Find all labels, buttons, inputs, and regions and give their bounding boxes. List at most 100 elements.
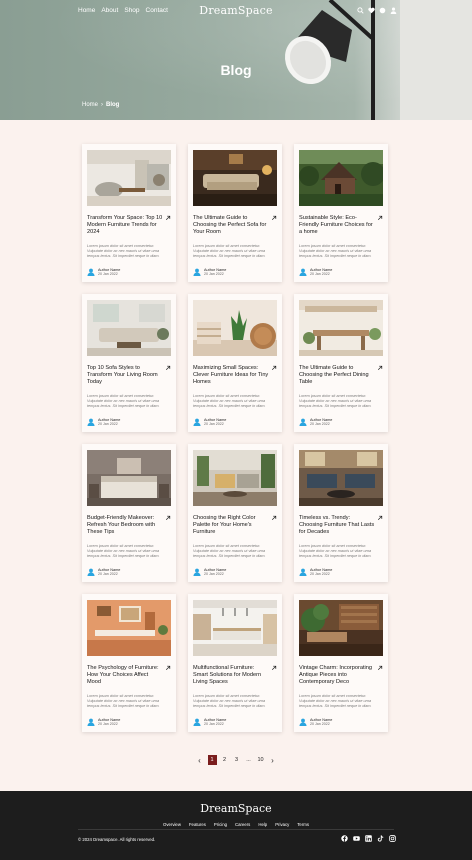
- blog-thumbnail: [87, 450, 171, 506]
- footer-link-privacy[interactable]: Privacy: [275, 822, 289, 827]
- blog-title[interactable]: Transform Your Space: Top 10 Modern Furn…: [87, 215, 163, 237]
- author-info: Author Name 20 Jan 2022: [87, 418, 120, 427]
- linkedin-icon[interactable]: [365, 835, 372, 842]
- blog-card[interactable]: Top 10 Sofa Styles to Transform Your Liv…: [82, 294, 176, 432]
- author-info: Author Name 20 Jan 2022: [193, 268, 226, 277]
- arrow-up-right-icon[interactable]: [377, 365, 383, 371]
- arrow-up-right-icon[interactable]: [377, 215, 383, 221]
- blog-card[interactable]: Choosing the Right Color Palette for You…: [188, 444, 282, 582]
- author-info: Author Name 20 Jan 2022: [299, 268, 332, 277]
- blog-thumbnail: [299, 150, 383, 206]
- blog-card[interactable]: Multifunctional Furniture: Smart Solutio…: [188, 594, 282, 732]
- blog-card[interactable]: Transform Your Space: Top 10 Modern Furn…: [82, 144, 176, 282]
- blog-thumbnail: [193, 450, 277, 506]
- blog-title[interactable]: The Ultimate Guide to Choosing the Perfe…: [299, 365, 375, 387]
- tiktok-icon[interactable]: [377, 835, 384, 842]
- blog-excerpt: Lorem ipsum dolor sit amet consectetur. …: [193, 694, 266, 708]
- blog-card[interactable]: Budget-Friendly Makeover: Refresh Your B…: [82, 444, 176, 582]
- chevron-right-icon[interactable]: ›: [269, 755, 277, 765]
- nav-home[interactable]: Home: [78, 7, 95, 14]
- pagination: ‹ 1 2 3 ... 10 ›: [0, 755, 472, 765]
- blog-title[interactable]: Vintage Charm: Incorporating Antique Pie…: [299, 665, 375, 687]
- arrow-up-right-icon[interactable]: [377, 665, 383, 671]
- search-icon[interactable]: [357, 7, 364, 14]
- footer-brand-logo[interactable]: DreamSpace: [200, 802, 271, 815]
- arrow-up-right-icon[interactable]: [377, 515, 383, 521]
- youtube-icon[interactable]: [353, 835, 360, 842]
- page-1-button[interactable]: 1: [207, 755, 217, 765]
- breadcrumb-home[interactable]: Home: [82, 102, 98, 108]
- blog-title[interactable]: Sustainable Style: Eco-Friendly Furnitur…: [299, 215, 375, 237]
- blog-title[interactable]: Timeless vs. Trendy: Choosing Furniture …: [299, 515, 375, 537]
- brand-logo[interactable]: DreamSpace: [199, 4, 272, 17]
- blog-title[interactable]: Choosing the Right Color Palette for You…: [193, 515, 269, 537]
- page-10-button[interactable]: 10: [257, 755, 265, 765]
- instagram-icon[interactable]: [389, 835, 396, 842]
- avatar-icon: [299, 419, 307, 427]
- breadcrumb: Home › Blog: [82, 102, 119, 108]
- blog-excerpt: Lorem ipsum dolor sit amet consectetur. …: [193, 394, 266, 408]
- author-info: Author Name 20 Jan 2022: [87, 718, 120, 727]
- blog-excerpt: Lorem ipsum dolor sit amet consectetur. …: [193, 244, 266, 258]
- blog-thumbnail: [299, 300, 383, 356]
- blog-title[interactable]: The Psychology of Furniture: How Your Ch…: [87, 665, 163, 687]
- footer-link-help[interactable]: Help: [258, 822, 267, 827]
- blog-title[interactable]: Budget-Friendly Makeover: Refresh Your B…: [87, 515, 163, 537]
- blog-card[interactable]: The Ultimate Guide to Choosing the Perfe…: [188, 144, 282, 282]
- post-date: 20 Jan 2022: [98, 572, 118, 577]
- arrow-up-right-icon[interactable]: [271, 515, 277, 521]
- arrow-up-right-icon[interactable]: [271, 365, 277, 371]
- avatar-icon: [87, 419, 95, 427]
- footer-link-pricing[interactable]: Pricing: [214, 822, 227, 827]
- arrow-up-right-icon[interactable]: [271, 215, 277, 221]
- blog-card[interactable]: Timeless vs. Trendy: Choosing Furniture …: [294, 444, 388, 582]
- author-info: Author Name 20 Jan 2022: [193, 568, 226, 577]
- chevron-left-icon[interactable]: ‹: [196, 755, 204, 765]
- blog-excerpt: Lorem ipsum dolor sit amet consectetur. …: [299, 694, 372, 708]
- arrow-up-right-icon[interactable]: [165, 365, 171, 371]
- blog-card[interactable]: Vintage Charm: Incorporating Antique Pie…: [294, 594, 388, 732]
- site-footer: DreamSpace Overview Features Pricing Car…: [0, 791, 472, 860]
- page-2-button[interactable]: 2: [221, 755, 229, 765]
- heart-icon[interactable]: [368, 7, 375, 14]
- post-date: 20 Jan 2022: [204, 572, 224, 577]
- blog-title[interactable]: The Ultimate Guide to Choosing the Perfe…: [193, 215, 269, 237]
- hero-banner: Home About Shop Contact DreamSpace Blog …: [0, 0, 472, 120]
- copyright-text: © 2024 Dreamspace. All rights reserved.: [78, 837, 156, 842]
- breadcrumb-current: Blog: [106, 102, 120, 108]
- post-date: 20 Jan 2022: [98, 422, 118, 427]
- blog-title[interactable]: Top 10 Sofa Styles to Transform Your Liv…: [87, 365, 163, 387]
- social-links: [341, 835, 396, 842]
- page-3-button[interactable]: 3: [233, 755, 241, 765]
- cart-icon[interactable]: [379, 7, 386, 14]
- blog-card[interactable]: Sustainable Style: Eco-Friendly Furnitur…: [294, 144, 388, 282]
- arrow-up-right-icon[interactable]: [165, 215, 171, 221]
- blog-card[interactable]: The Psychology of Furniture: How Your Ch…: [82, 594, 176, 732]
- main-nav: Home About Shop Contact: [78, 7, 168, 14]
- blog-card[interactable]: Maximizing Small Spaces: Clever Furnitur…: [188, 294, 282, 432]
- footer-link-overview[interactable]: Overview: [163, 822, 181, 827]
- facebook-icon[interactable]: [341, 835, 348, 842]
- blog-title[interactable]: Multifunctional Furniture: Smart Solutio…: [193, 665, 269, 687]
- arrow-up-right-icon[interactable]: [165, 515, 171, 521]
- arrow-up-right-icon[interactable]: [271, 665, 277, 671]
- nav-about[interactable]: About: [101, 7, 118, 14]
- blog-title[interactable]: Maximizing Small Spaces: Clever Furnitur…: [193, 365, 269, 387]
- author-info: Author Name 20 Jan 2022: [193, 418, 226, 427]
- footer-link-terms[interactable]: Terms: [297, 822, 309, 827]
- footer-link-careers[interactable]: Careers: [235, 822, 250, 827]
- author-info: Author Name 20 Jan 2022: [87, 568, 120, 577]
- avatar-icon: [87, 719, 95, 727]
- post-date: 20 Jan 2022: [98, 722, 118, 727]
- user-icon[interactable]: [390, 7, 397, 14]
- blog-thumbnail: [87, 150, 171, 206]
- footer-link-features[interactable]: Features: [189, 822, 206, 827]
- blog-card[interactable]: The Ultimate Guide to Choosing the Perfe…: [294, 294, 388, 432]
- avatar-icon: [299, 269, 307, 277]
- post-date: 20 Jan 2022: [310, 722, 330, 727]
- blog-excerpt: Lorem ipsum dolor sit amet consectetur. …: [87, 544, 160, 558]
- nav-contact[interactable]: Contact: [146, 7, 168, 14]
- nav-shop[interactable]: Shop: [124, 7, 139, 14]
- blog-excerpt: Lorem ipsum dolor sit amet consectetur. …: [193, 544, 266, 558]
- arrow-up-right-icon[interactable]: [165, 665, 171, 671]
